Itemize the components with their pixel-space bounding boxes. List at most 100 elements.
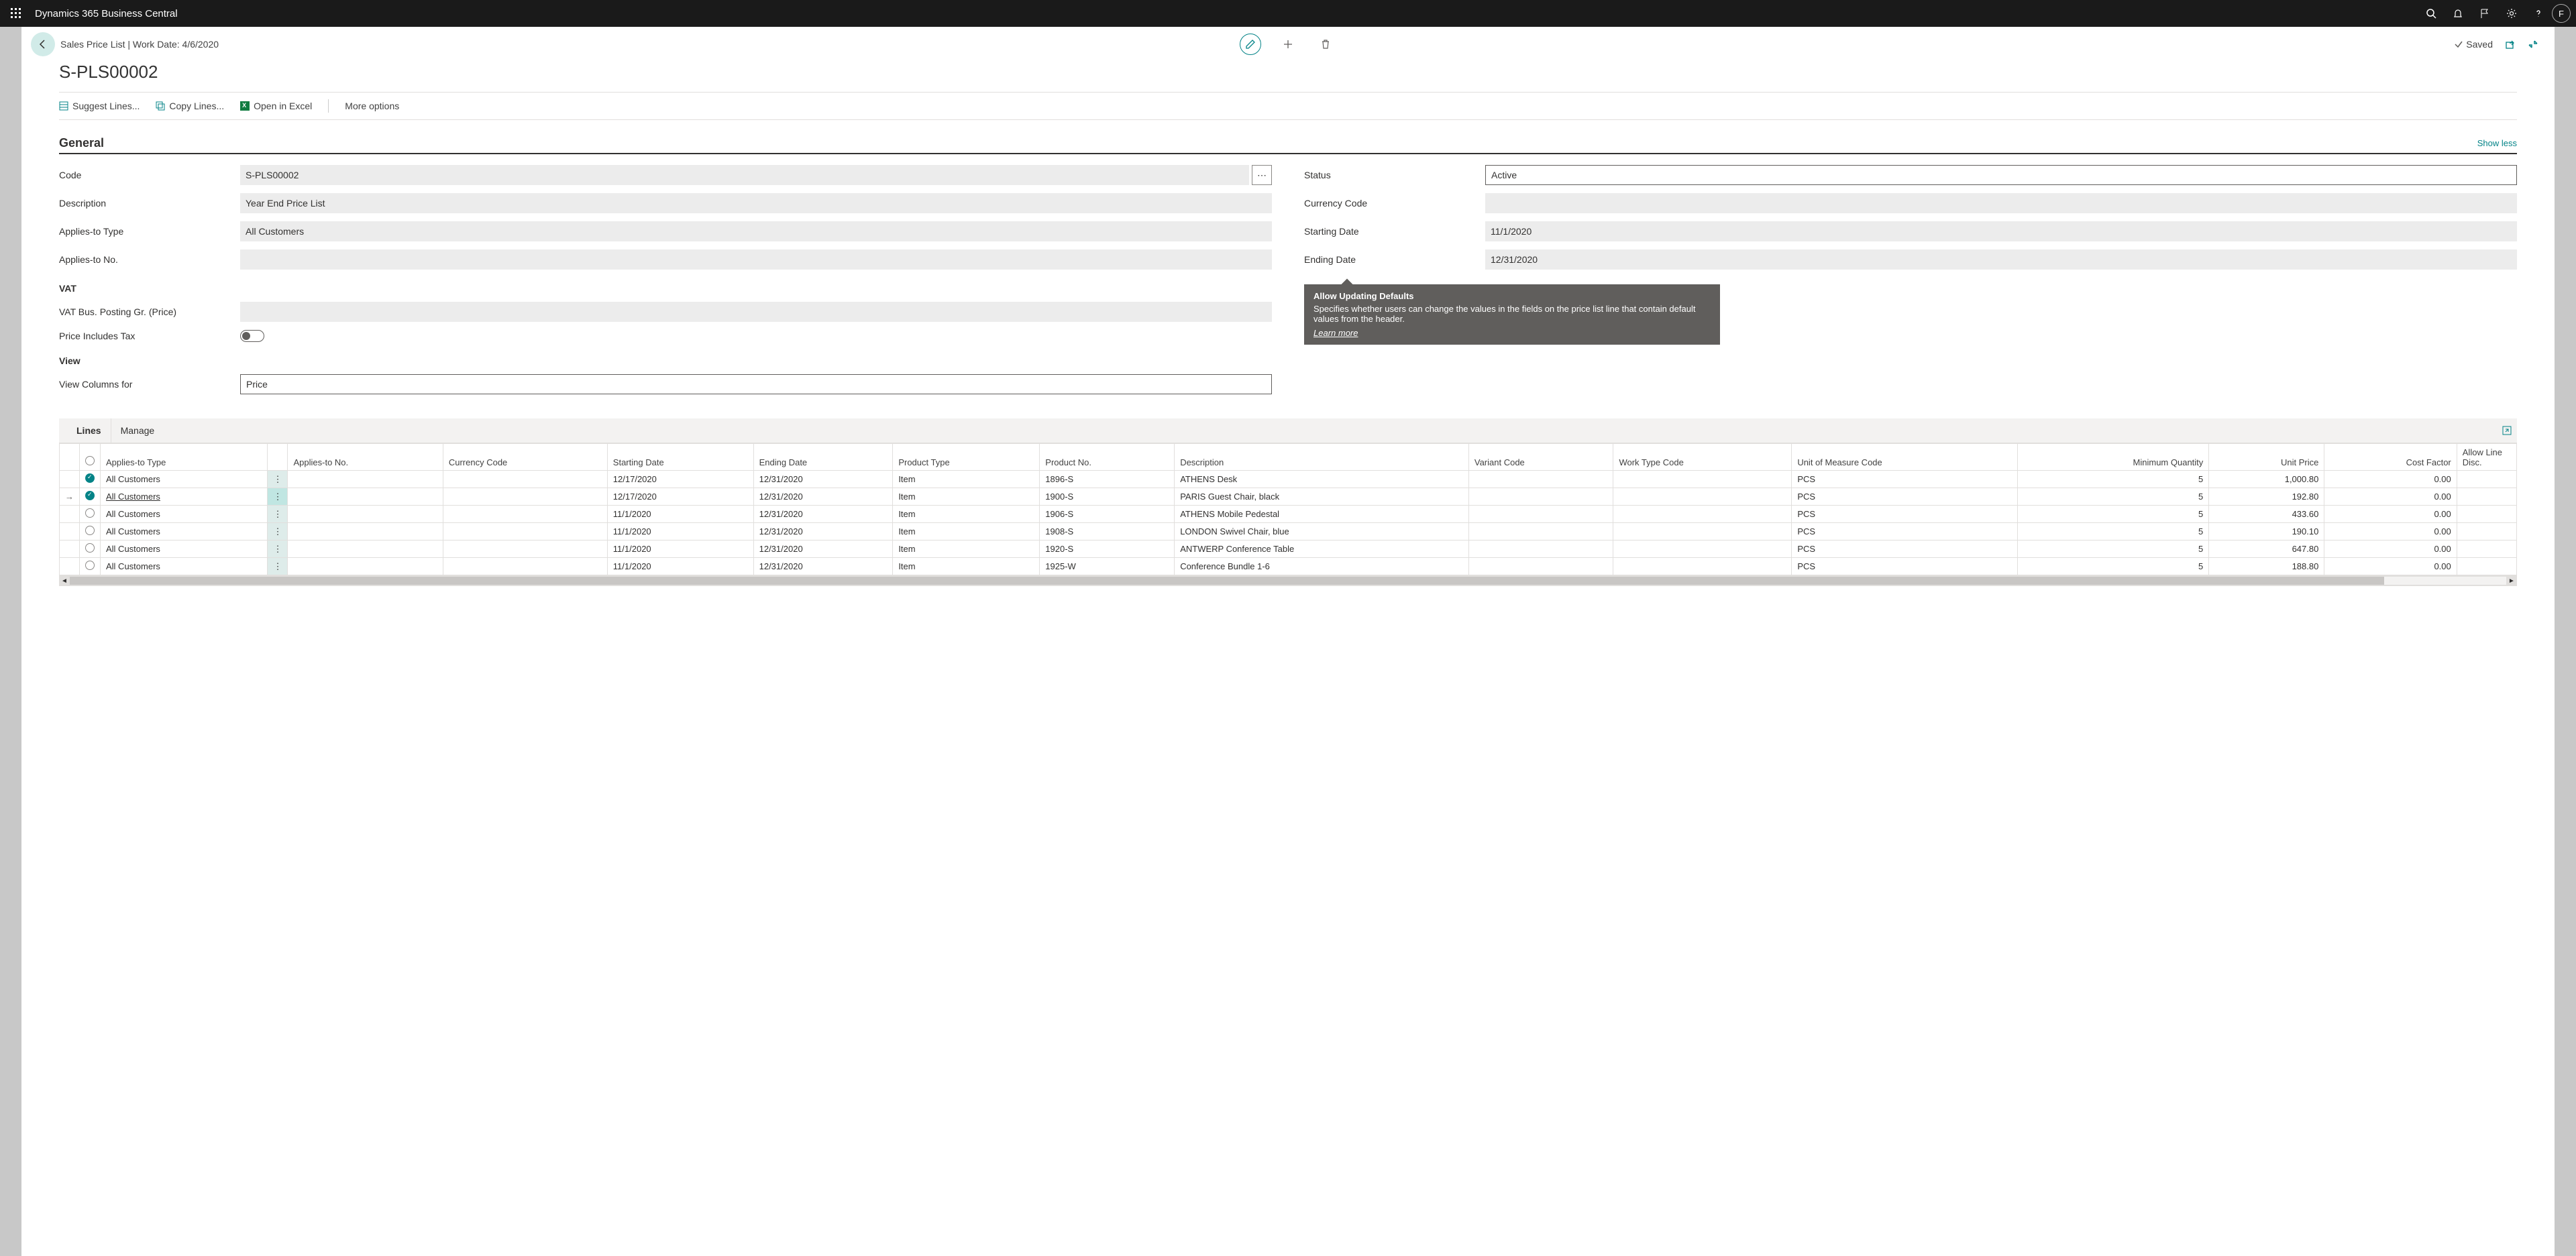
cell-price[interactable]: 190.10	[2209, 523, 2324, 540]
col-uom[interactable]: Unit of Measure Code	[1792, 444, 2017, 471]
scroll-right-icon[interactable]: ►	[2506, 575, 2517, 586]
col-allowdisc[interactable]: Allow Line Disc.	[2457, 444, 2516, 471]
cell-ptype[interactable]: Item	[893, 558, 1040, 575]
cell-cost[interactable]: 0.00	[2324, 523, 2457, 540]
cell-end[interactable]: 12/31/2020	[753, 540, 893, 558]
row-more-icon[interactable]: ⋮	[268, 471, 288, 488]
cell-end[interactable]: 12/31/2020	[753, 488, 893, 506]
cell-allowdisc[interactable]	[2457, 506, 2516, 523]
row-more-icon[interactable]: ⋮	[268, 540, 288, 558]
cell-cost[interactable]: 0.00	[2324, 471, 2457, 488]
cell-worktype[interactable]	[1613, 471, 1792, 488]
cell-applies-no[interactable]	[288, 540, 443, 558]
lines-tab[interactable]: Lines	[67, 418, 111, 443]
search-icon[interactable]	[2418, 0, 2445, 27]
row-more-icon[interactable]: ⋮	[268, 558, 288, 575]
cell-desc[interactable]: PARIS Guest Chair, black	[1175, 488, 1469, 506]
cell-currency[interactable]	[443, 523, 607, 540]
collapse-icon[interactable]	[2528, 39, 2538, 50]
row-select[interactable]	[85, 526, 95, 535]
cell-pno[interactable]: 1920-S	[1040, 540, 1175, 558]
col-cost[interactable]: Cost Factor	[2324, 444, 2457, 471]
cell-applies-type[interactable]: All Customers	[101, 506, 268, 523]
ending-date-field[interactable]	[1485, 249, 2517, 270]
cell-ptype[interactable]: Item	[893, 506, 1040, 523]
cell-allowdisc[interactable]	[2457, 540, 2516, 558]
edit-button[interactable]	[1240, 34, 1261, 55]
cell-worktype[interactable]	[1613, 540, 1792, 558]
col-desc[interactable]: Description	[1175, 444, 1469, 471]
cell-desc[interactable]: ANTWERP Conference Table	[1175, 540, 1469, 558]
cell-worktype[interactable]	[1613, 558, 1792, 575]
cell-cost[interactable]: 0.00	[2324, 506, 2457, 523]
cell-variant[interactable]	[1468, 558, 1613, 575]
cell-ptype[interactable]: Item	[893, 488, 1040, 506]
manage-tab[interactable]: Manage	[111, 418, 164, 443]
cell-variant[interactable]	[1468, 471, 1613, 488]
cell-uom[interactable]: PCS	[1792, 471, 2017, 488]
cell-start[interactable]: 12/17/2020	[607, 488, 753, 506]
cell-price[interactable]: 433.60	[2209, 506, 2324, 523]
col-end[interactable]: Ending Date	[753, 444, 893, 471]
cell-variant[interactable]	[1468, 540, 1613, 558]
cell-pno[interactable]: 1896-S	[1040, 471, 1175, 488]
row-more-icon[interactable]: ⋮	[268, 488, 288, 506]
cell-minqty[interactable]: 5	[2017, 488, 2209, 506]
cell-start[interactable]: 12/17/2020	[607, 471, 753, 488]
cell-cost[interactable]: 0.00	[2324, 540, 2457, 558]
cell-allowdisc[interactable]	[2457, 488, 2516, 506]
col-pno[interactable]: Product No.	[1040, 444, 1175, 471]
user-avatar[interactable]: F	[2552, 4, 2571, 23]
cell-start[interactable]: 11/1/2020	[607, 506, 753, 523]
back-button[interactable]	[31, 32, 55, 56]
cell-worktype[interactable]	[1613, 506, 1792, 523]
cell-allowdisc[interactable]	[2457, 471, 2516, 488]
cell-currency[interactable]	[443, 488, 607, 506]
expand-lines-icon[interactable]	[2497, 420, 2517, 441]
cell-pno[interactable]: 1925-W	[1040, 558, 1175, 575]
horizontal-scrollbar[interactable]: ◄ ►	[59, 575, 2517, 586]
cell-ptype[interactable]: Item	[893, 540, 1040, 558]
cell-worktype[interactable]	[1613, 523, 1792, 540]
cell-applies-type[interactable]: All Customers	[101, 558, 268, 575]
cell-applies-no[interactable]	[288, 523, 443, 540]
table-row[interactable]: All Customers⋮11/1/202012/31/2020Item192…	[60, 540, 2517, 558]
cell-uom[interactable]: PCS	[1792, 506, 2017, 523]
cell-uom[interactable]: PCS	[1792, 523, 2017, 540]
row-more-icon[interactable]: ⋮	[268, 506, 288, 523]
cell-minqty[interactable]: 5	[2017, 540, 2209, 558]
cell-minqty[interactable]: 5	[2017, 471, 2209, 488]
cell-price[interactable]: 647.80	[2209, 540, 2324, 558]
cell-price[interactable]: 192.80	[2209, 488, 2324, 506]
general-fasttab-header[interactable]: General Show less	[59, 136, 2517, 154]
cell-desc[interactable]: Conference Bundle 1-6	[1175, 558, 1469, 575]
applies-no-field[interactable]	[240, 249, 1272, 270]
col-currency[interactable]: Currency Code	[443, 444, 607, 471]
col-worktype[interactable]: Work Type Code	[1613, 444, 1792, 471]
code-field[interactable]	[240, 165, 1249, 185]
table-row[interactable]: All Customers⋮11/1/202012/31/2020Item192…	[60, 558, 2517, 575]
cell-worktype[interactable]	[1613, 488, 1792, 506]
app-launcher-icon[interactable]	[5, 3, 27, 24]
col-ptype[interactable]: Product Type	[893, 444, 1040, 471]
cell-ptype[interactable]: Item	[893, 523, 1040, 540]
copy-lines-action[interactable]: Copy Lines...	[156, 101, 224, 111]
table-row[interactable]: →All Customers⋮12/17/202012/31/2020Item1…	[60, 488, 2517, 506]
cell-price[interactable]: 188.80	[2209, 558, 2324, 575]
lines-grid[interactable]: Applies-to Type Applies-to No. Currency …	[59, 443, 2517, 586]
vat-bus-field[interactable]	[240, 302, 1272, 322]
cell-start[interactable]: 11/1/2020	[607, 540, 753, 558]
cell-pno[interactable]: 1906-S	[1040, 506, 1175, 523]
cell-end[interactable]: 12/31/2020	[753, 558, 893, 575]
cell-start[interactable]: 11/1/2020	[607, 523, 753, 540]
cell-uom[interactable]: PCS	[1792, 540, 2017, 558]
more-options-action[interactable]: More options	[345, 101, 399, 111]
cell-minqty[interactable]: 5	[2017, 558, 2209, 575]
cell-applies-no[interactable]	[288, 506, 443, 523]
open-in-excel-action[interactable]: Open in Excel	[240, 101, 312, 111]
cell-minqty[interactable]: 5	[2017, 523, 2209, 540]
cell-end[interactable]: 12/31/2020	[753, 506, 893, 523]
row-select[interactable]	[85, 491, 95, 500]
table-row[interactable]: All Customers⋮ 11/1/202012/31/2020Item190…	[60, 506, 2517, 523]
price-includes-tax-toggle[interactable]	[240, 330, 264, 342]
